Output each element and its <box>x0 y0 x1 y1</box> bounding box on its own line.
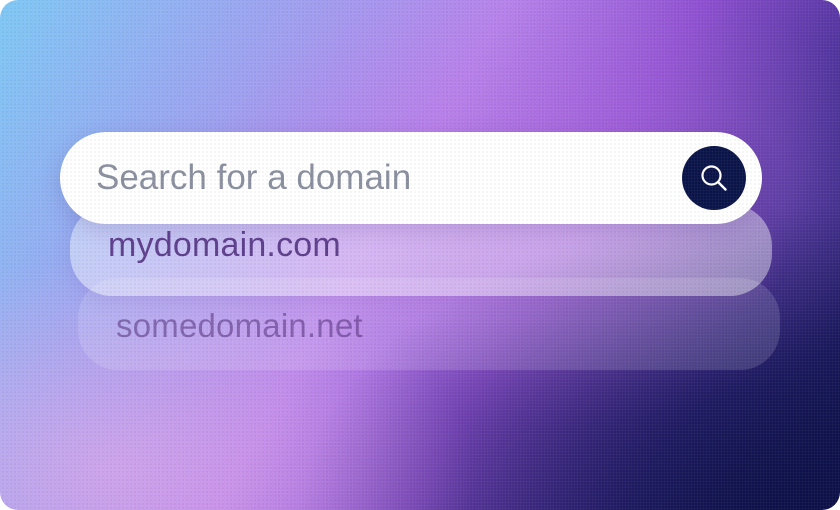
search-input[interactable] <box>96 158 682 198</box>
domain-search-card: somedomain.net mydomain.com <box>0 0 840 510</box>
suggestion-label: mydomain.com <box>108 225 341 264</box>
search-bar <box>60 132 762 224</box>
search-icon <box>701 165 727 191</box>
suggestion-label: somedomain.net <box>116 307 363 344</box>
search-button[interactable] <box>682 146 746 210</box>
